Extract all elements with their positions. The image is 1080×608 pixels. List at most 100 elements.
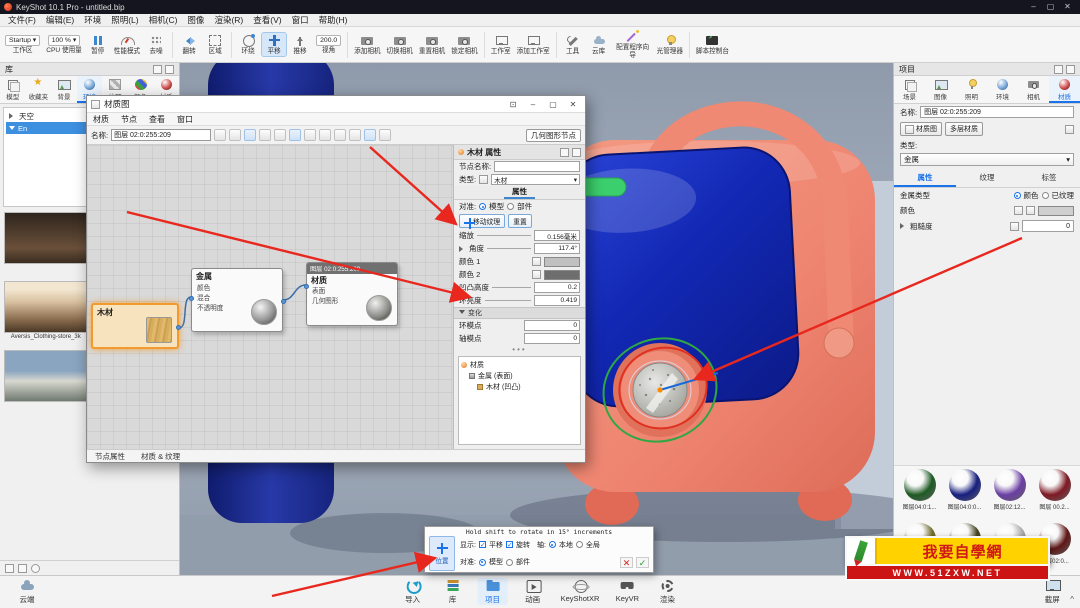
node-port[interactable] <box>189 296 194 301</box>
subtab-textures[interactable]: 纹理 <box>956 170 1018 187</box>
library-tab-models[interactable]: 模型 <box>0 76 26 103</box>
node-canvas[interactable]: 木材 金属 颜色 混合 不透明度 图层 02:0:255:209 材质 表面 <box>87 145 453 449</box>
cloud-button[interactable]: 云端 <box>12 578 42 605</box>
environment-preview[interactable] <box>4 281 88 333</box>
pan-button[interactable]: 平移 <box>262 33 286 57</box>
add-node-icon[interactable] <box>244 129 256 141</box>
environment-preview[interactable] <box>4 212 88 264</box>
position-mode-button[interactable]: 位置 <box>429 536 455 571</box>
reset-camera-button[interactable]: 重置相机 <box>417 33 447 57</box>
close-button[interactable]: ✕ <box>565 100 581 109</box>
bump-value[interactable]: 0.2 <box>534 282 580 293</box>
material-sphere[interactable] <box>994 469 1026 501</box>
material-item[interactable]: 图层 00.2... <box>1033 469 1076 521</box>
node-port[interactable] <box>176 325 181 330</box>
delete-node-icon[interactable] <box>259 129 271 141</box>
confirm-move-button[interactable]: ✓ <box>636 557 649 568</box>
menu-image[interactable]: 图像 <box>182 14 209 26</box>
material-graph-button[interactable]: 材质图 <box>900 122 942 136</box>
add-layer-icon[interactable] <box>1065 125 1074 134</box>
resize-handle[interactable]: ••• <box>454 345 585 354</box>
workspace-dropdown[interactable]: Startup ▾ <box>5 35 40 46</box>
flip-button[interactable]: 翻转 <box>177 33 201 57</box>
workspace-selector[interactable]: Startup ▾ 工作区 <box>3 34 42 56</box>
root-material-node[interactable]: 图层 02:0:255:209 材质 表面 几何图形 <box>306 262 398 326</box>
tools-button[interactable]: 工具 <box>561 33 585 57</box>
angle-value[interactable]: 117.4° <box>534 243 580 254</box>
material-item[interactable]: 图层04:0:1... <box>898 469 941 521</box>
texture-map-icon[interactable] <box>1010 222 1019 231</box>
metal-material-node[interactable]: 金属 颜色 混合 不透明度 <box>191 268 283 332</box>
duplicate-node-icon[interactable] <box>274 129 286 141</box>
trash-icon[interactable] <box>479 175 488 184</box>
add-studio-button[interactable]: 添加工作室 <box>515 33 552 57</box>
texture-map-icon[interactable] <box>1014 206 1023 215</box>
roughness-input[interactable]: 0 <box>1022 220 1074 232</box>
material-type-select[interactable]: 金属 ▾ <box>900 153 1074 166</box>
fov-control[interactable]: 200.0 视角 <box>314 34 343 56</box>
light-manager-button[interactable]: 光管理器 <box>655 33 685 57</box>
menu-view[interactable]: 查看 <box>149 114 165 125</box>
menu-node[interactable]: 节点 <box>121 114 137 125</box>
graph-node-icon[interactable] <box>1026 206 1035 215</box>
project-tab-lighting[interactable]: 照明 <box>956 76 987 103</box>
ring-value[interactable]: 0 <box>524 320 580 331</box>
minimize-button[interactable]: – <box>1025 0 1042 14</box>
project-toggle-button[interactable]: 项目 <box>478 578 508 605</box>
project-tab-scene[interactable]: 场景 <box>894 76 925 103</box>
contrast-slider[interactable] <box>485 300 532 301</box>
dolly-button[interactable]: 推移 <box>288 33 312 57</box>
denoise-button[interactable]: 去噪 <box>144 33 168 57</box>
import-button[interactable]: 导入 <box>398 578 428 605</box>
keyvr-button[interactable]: KeyVR <box>612 578 642 605</box>
align-model-radio[interactable] <box>479 203 486 210</box>
minimize-button[interactable]: – <box>525 100 541 109</box>
script-console-button[interactable]: 脚本控制台 <box>694 33 731 57</box>
material-item[interactable]: 图层04:0:0... <box>943 469 986 521</box>
scale-value[interactable]: 0.156毫米 <box>534 230 580 241</box>
color2-swatch[interactable] <box>544 270 580 280</box>
expand-icon[interactable] <box>459 246 466 252</box>
zoom-out-icon[interactable] <box>349 129 361 141</box>
screenshot-button[interactable]: 截屏 <box>1037 578 1067 605</box>
fit-view-icon[interactable] <box>319 129 331 141</box>
menu-window[interactable]: 窗口 <box>287 14 314 26</box>
configuration-wizard-button[interactable]: 配置程序向导 <box>613 29 653 60</box>
tree-item-material[interactable]: 材质 <box>461 359 578 370</box>
panel-close-icon[interactable] <box>1066 65 1075 74</box>
menu-camera[interactable]: 相机(C) <box>144 14 183 26</box>
chevron-up-icon[interactable]: ^ <box>1070 595 1074 605</box>
node-port[interactable] <box>281 299 286 304</box>
expand-icon[interactable] <box>900 223 907 229</box>
link-nodes-icon[interactable] <box>289 129 301 141</box>
multilayer-material-button[interactable]: 多层材质 <box>945 122 983 136</box>
close-icon[interactable] <box>572 148 581 157</box>
texture-map-icon[interactable] <box>532 270 541 279</box>
axis-global-radio[interactable] <box>576 541 583 548</box>
geometry-node-button[interactable]: 几何图形节点 <box>526 129 581 142</box>
maximize-button[interactable]: ▢ <box>1042 0 1059 14</box>
tree-item-wood[interactable]: 木材 (凹凸) <box>461 381 578 392</box>
metal-color-radio[interactable] <box>1014 192 1021 199</box>
project-tab-environment[interactable]: 环境 <box>987 76 1018 103</box>
unlink-nodes-icon[interactable] <box>304 129 316 141</box>
menu-environment[interactable]: 环境 <box>79 14 106 26</box>
performance-mode-button[interactable]: 性能模式 <box>112 33 142 57</box>
node-port[interactable] <box>304 284 309 289</box>
axis-local-radio[interactable] <box>549 541 556 548</box>
grid-view-icon[interactable] <box>5 564 14 573</box>
align-model-radio[interactable] <box>479 559 486 566</box>
save-icon[interactable] <box>214 129 226 141</box>
cloud-library-button[interactable]: 云库 <box>587 33 611 57</box>
material-sphere[interactable] <box>904 469 936 501</box>
move-texture-button[interactable]: 移动纹理 <box>459 214 505 228</box>
subtab-labels[interactable]: 标签 <box>1018 170 1080 187</box>
align-part-radio[interactable] <box>507 203 514 210</box>
node-type-select[interactable]: 木材▾ <box>491 174 580 185</box>
project-tab-image[interactable]: 图像 <box>925 76 956 103</box>
library-toggle-button[interactable]: 库 <box>438 578 468 605</box>
subtab-properties[interactable]: 属性 <box>894 170 956 187</box>
cancel-move-button[interactable]: ✕ <box>620 557 633 568</box>
render-button[interactable]: 渲染 <box>652 578 682 605</box>
material-sphere[interactable] <box>1039 469 1071 501</box>
